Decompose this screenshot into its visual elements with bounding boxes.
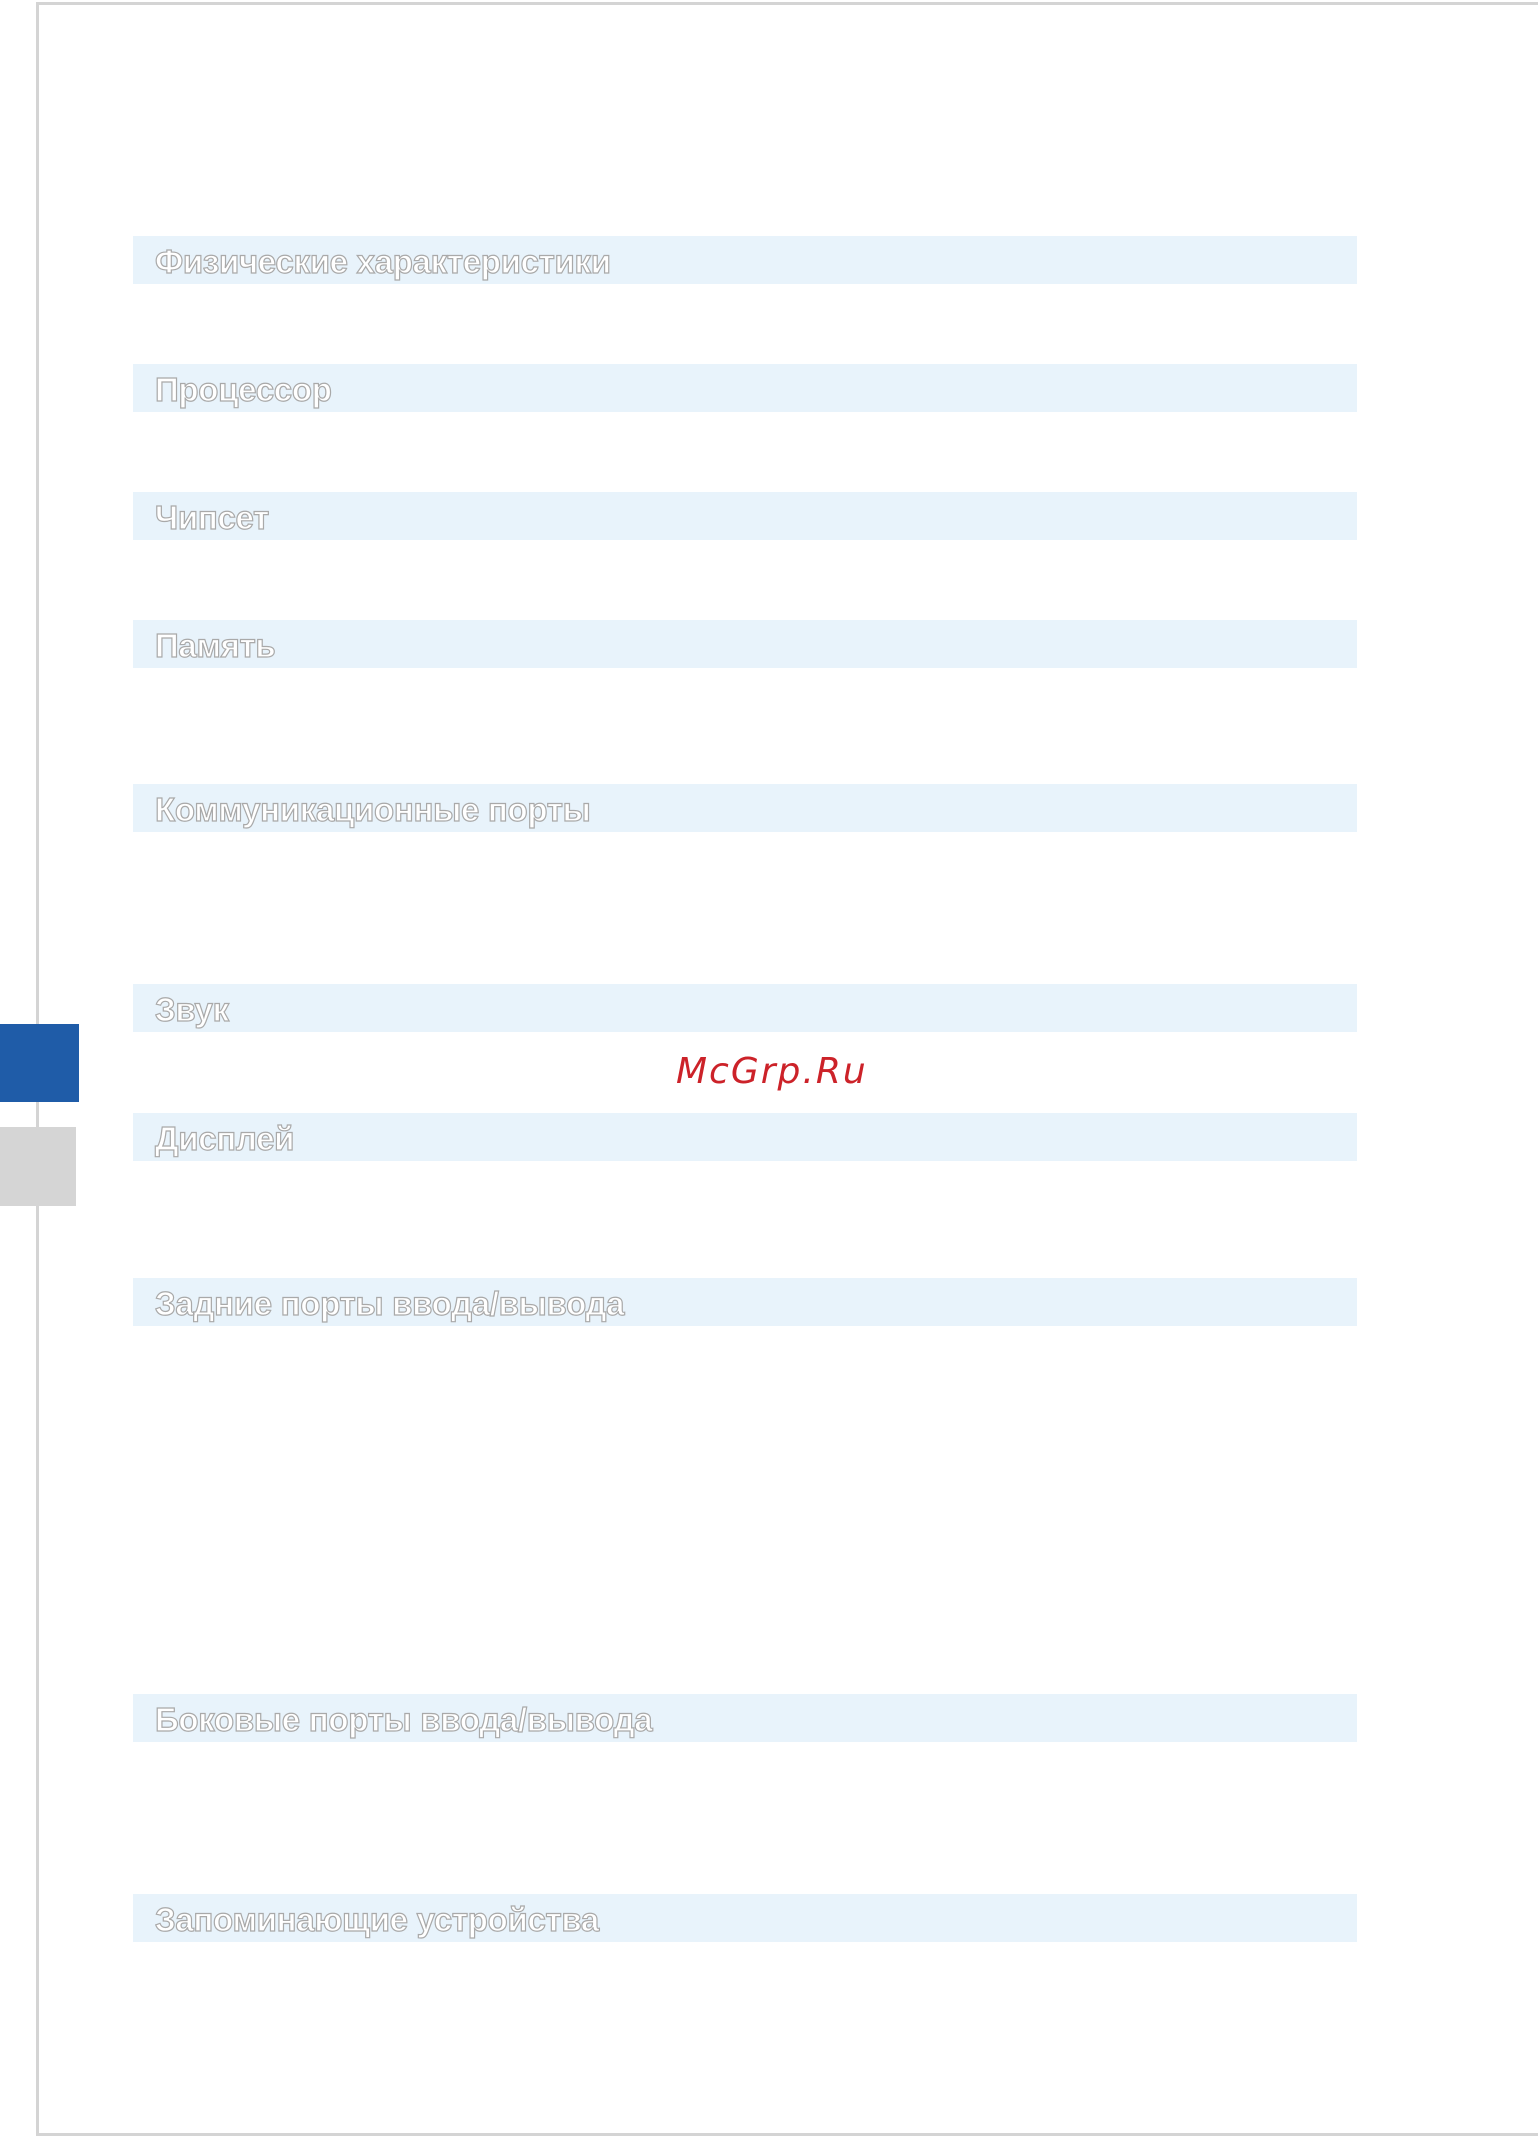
section-title: Коммуникационные порты (154, 790, 591, 828)
section-title: Чипсет (154, 498, 270, 536)
section-side-io-ports: Боковые порты ввода/вывода (133, 1694, 1357, 1742)
section-storage-devices: Запоминающие устройства (133, 1894, 1357, 1942)
section-display: Дисплей (133, 1113, 1357, 1161)
section-processor: Процессор (133, 364, 1357, 412)
section-memory: Память (133, 620, 1357, 668)
section-chipset: Чипсет (133, 492, 1357, 540)
section-audio: Звук (133, 984, 1357, 1032)
chapter-tab-active (0, 1024, 79, 1102)
section-title: Боковые порты ввода/вывода (154, 1700, 653, 1738)
section-title: Запоминающие устройства (154, 1900, 599, 1938)
section-communication-ports: Коммуникационные порты (133, 784, 1357, 832)
section-physical-characteristics: Физические характеристики (133, 236, 1357, 284)
section-rear-io-ports: Задние порты ввода/вывода (133, 1278, 1357, 1326)
watermark-text: McGrp.Ru (676, 1051, 868, 1092)
section-title: Звук (154, 990, 229, 1028)
section-title: Задние порты ввода/вывода (154, 1284, 625, 1322)
section-title: Память (154, 626, 276, 664)
chapter-tab-inactive (0, 1127, 76, 1206)
section-title: Физические характеристики (154, 242, 611, 280)
section-title: Дисплей (154, 1119, 295, 1157)
section-title: Процессор (154, 370, 332, 408)
